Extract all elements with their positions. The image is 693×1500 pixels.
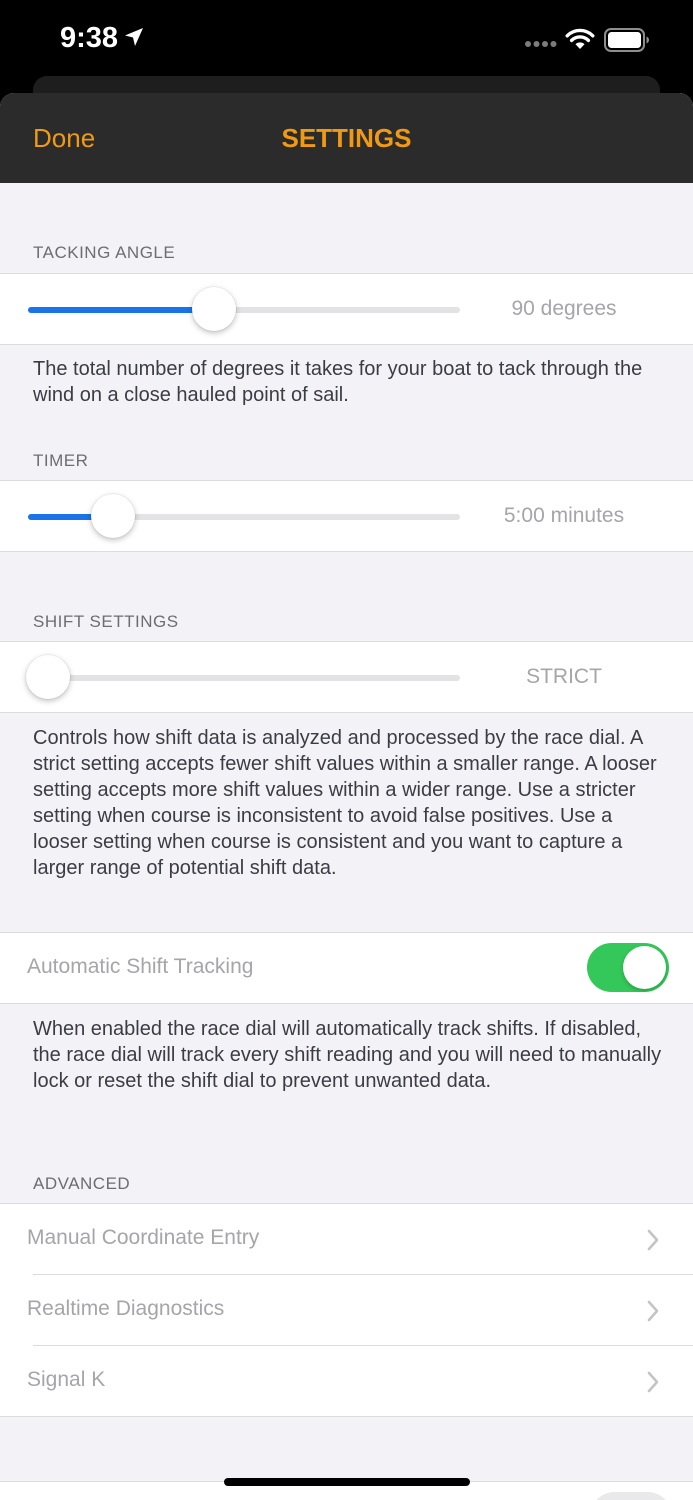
advanced-item-manual-coordinate-entry[interactable]: Manual Coordinate Entry <box>0 1204 693 1274</box>
slider-track <box>28 675 460 681</box>
section-header-advanced: ADVANCED <box>33 1174 131 1193</box>
timer-value: 5:00 minutes <box>503 504 625 527</box>
chevron-right-icon <box>647 1300 659 1322</box>
navigation-bar: Done SETTINGS <box>0 93 693 183</box>
slider-thumb[interactable] <box>191 287 236 331</box>
section-header-timer: TIMER <box>33 451 89 470</box>
automatic-shift-tracking-description: When enabled the race dial will automati… <box>33 1018 662 1092</box>
advanced-item-label: Signal K <box>27 1368 106 1391</box>
page-title: SETTINGS <box>281 123 412 153</box>
tacking-angle-description: The total number of degrees it takes for… <box>33 358 643 406</box>
timer-slider[interactable] <box>28 494 460 538</box>
advanced-item-realtime-diagnostics[interactable]: Realtime Diagnostics <box>0 1275 693 1345</box>
automatic-shift-tracking-row: Automatic Shift Tracking <box>0 932 693 1004</box>
automatic-shift-tracking-label: Automatic Shift Tracking <box>27 955 254 978</box>
automatic-shift-tracking-toggle[interactable] <box>587 943 669 992</box>
advanced-item-signal-k[interactable]: Signal K <box>0 1346 693 1416</box>
battery-icon <box>604 28 649 52</box>
advanced-item-label: Manual Coordinate Entry <box>27 1226 260 1249</box>
advanced-group: Manual Coordinate Entry Realtime Diagnos… <box>0 1203 693 1417</box>
wifi-icon <box>565 28 595 49</box>
timer-row: 5:00 minutes <box>0 480 693 552</box>
home-indicator <box>224 1478 470 1486</box>
shift-settings-value: STRICT <box>526 665 602 688</box>
slider-thumb[interactable] <box>25 655 70 699</box>
shift-settings-description: Controls how shift data is analyzed and … <box>33 727 657 879</box>
section-header-tacking-angle: TACKING ANGLE <box>33 243 176 262</box>
status-time: 9:38 <box>60 22 119 54</box>
shift-settings-row: STRICT <box>0 641 693 713</box>
toggle-knob <box>623 946 666 989</box>
location-arrow-icon <box>125 28 143 46</box>
chevron-right-icon <box>647 1229 659 1251</box>
shift-settings-slider[interactable] <box>25 655 460 699</box>
section-header-shift-settings: SHIFT SETTINGS <box>33 612 179 631</box>
tacking-angle-slider[interactable] <box>28 287 460 331</box>
settings-sheet: Done SETTINGS TACKING ANGLE 90 degrees T… <box>0 93 693 1500</box>
tacking-angle-value: 90 degrees <box>511 297 617 320</box>
chevron-right-icon <box>647 1371 659 1393</box>
tacking-angle-row: 90 degrees <box>0 273 693 345</box>
slider-thumb[interactable] <box>90 494 135 538</box>
slider-fill <box>28 307 214 313</box>
partial-toggle[interactable] <box>590 1492 672 1500</box>
advanced-item-label: Realtime Diagnostics <box>27 1297 225 1320</box>
cellular-dots-icon <box>525 41 557 47</box>
